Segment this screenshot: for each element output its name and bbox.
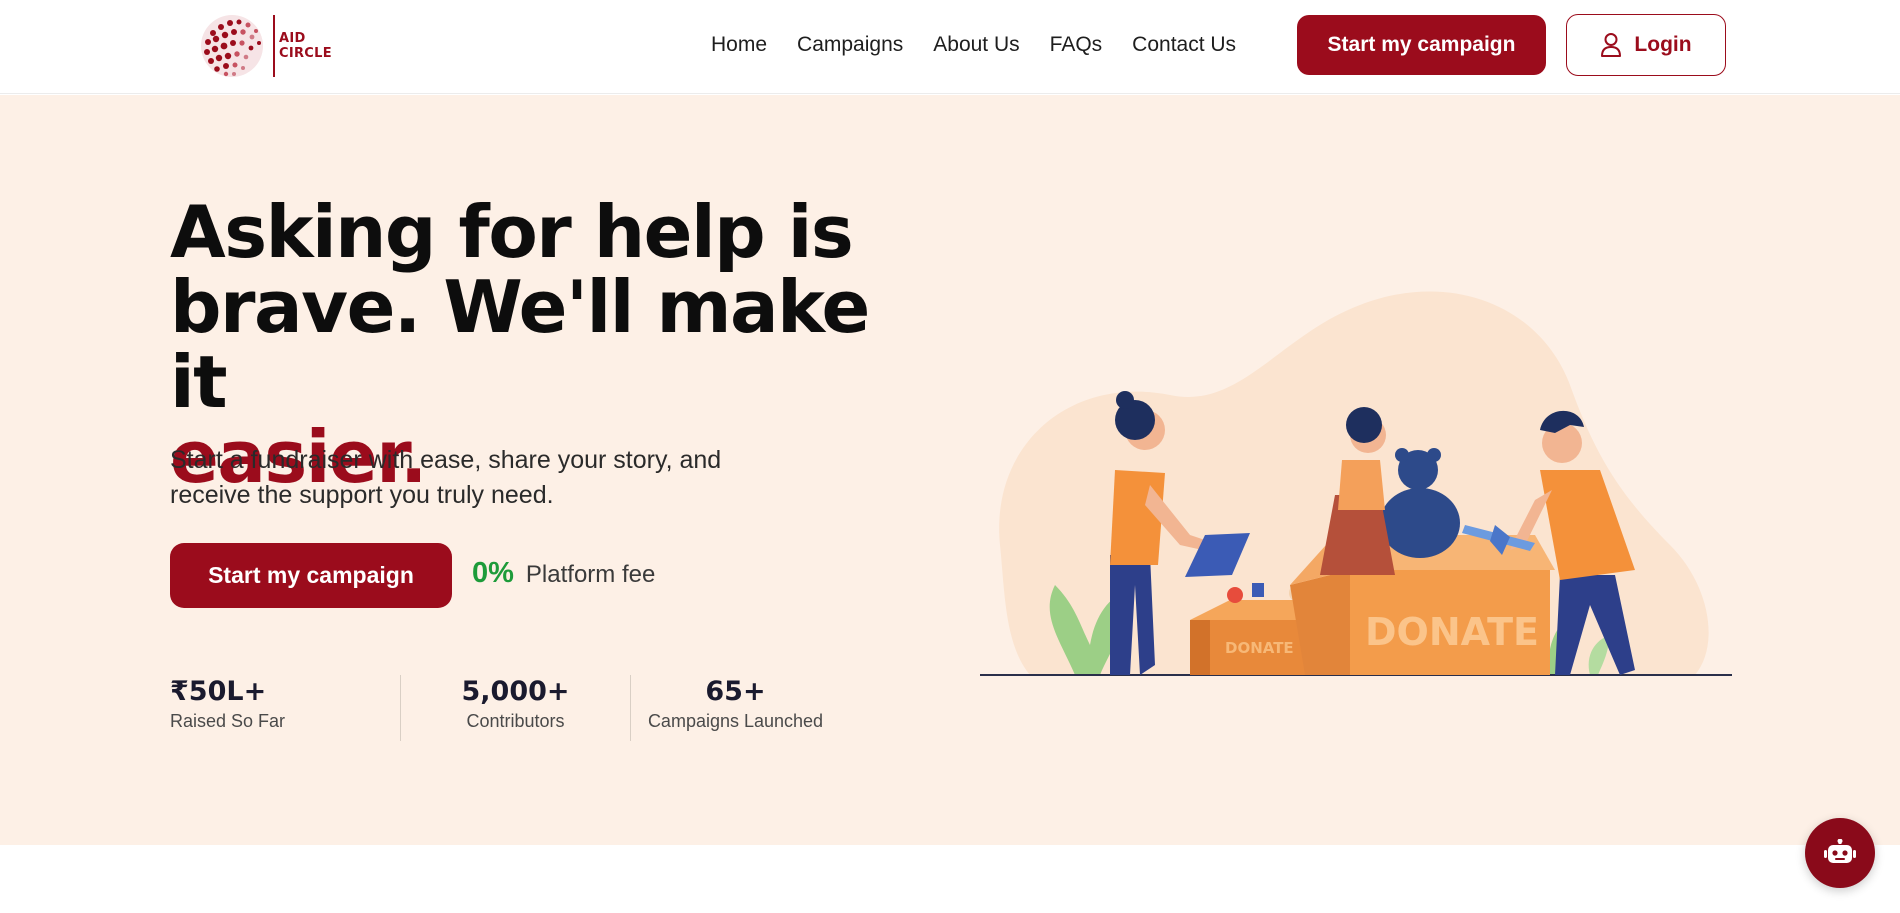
fee-value: 0% [472,557,514,589]
start-campaign-hero-button[interactable]: Start my campaign [170,543,452,608]
woman2-torso [1338,460,1385,510]
stat-value: 65+ [705,676,766,707]
stat-contributors: 5,000+ Contributors [400,675,630,741]
brand-logo[interactable]: AID CIRCLE [199,12,334,80]
start-campaign-header-button[interactable]: Start my campaign [1297,15,1546,75]
big-box-label: DONATE [1365,610,1539,654]
hero-subtext: Start a fundraiser with ease, share your… [170,446,722,509]
stat-label: Raised So Far [170,711,286,731]
site-header: AID CIRCLE Home Campaigns About Us FAQs … [0,0,1900,94]
teddy-ear-left [1395,448,1409,462]
brand-line-2: CIRCLE [279,46,332,61]
nav-about-us[interactable]: About Us [933,33,1019,57]
toy-ball [1227,587,1243,603]
nav-campaigns[interactable]: Campaigns [797,33,903,57]
hero-section: Asking for help is brave. We'll make it … [0,95,1900,845]
nav-faqs[interactable]: FAQs [1050,33,1103,57]
teddy-body [1380,488,1460,558]
stat-campaigns: 65+ Campaigns Launched [630,675,840,741]
woman1-bun [1116,391,1134,409]
stat-label: Campaigns Launched [647,711,824,731]
stats-row: ₹50L+ Raised So Far 5,000+ Contributors … [170,675,840,741]
login-label: Login [1634,33,1692,56]
brand-line-1: AID [279,31,306,46]
headline-line-1: Asking for help is [170,190,854,274]
main-nav: Home Campaigns About Us FAQs Contact Us [711,0,1266,90]
robot-icon [1824,839,1856,863]
stat-value: 5,000+ [461,676,570,707]
stat-label: Contributors [466,711,565,731]
login-button[interactable]: Login [1566,14,1726,76]
brand-name: AID CIRCLE [279,31,332,61]
fee-label: Platform fee [525,561,656,588]
stat-raised: ₹50L+ Raised So Far [170,675,400,741]
toy-block [1252,583,1264,597]
nav-contact-us[interactable]: Contact Us [1132,33,1236,57]
donation-illustration: DONATE DONATE [980,291,1732,676]
user-icon [1601,33,1622,57]
globe-dots-icon [201,15,263,77]
nav-home[interactable]: Home [711,33,767,57]
logo-divider [273,15,275,77]
teddy-ear-right [1427,448,1441,462]
headline-line-2: brave. We'll make it [170,265,870,424]
platform-fee: 0% Platform fee [472,557,655,590]
woman2-hair [1346,407,1382,443]
stat-value: ₹50L+ [170,676,267,707]
small-box-label: DONATE [1225,639,1294,657]
small-box-side [1190,620,1210,675]
chatbot-button[interactable] [1805,818,1875,888]
